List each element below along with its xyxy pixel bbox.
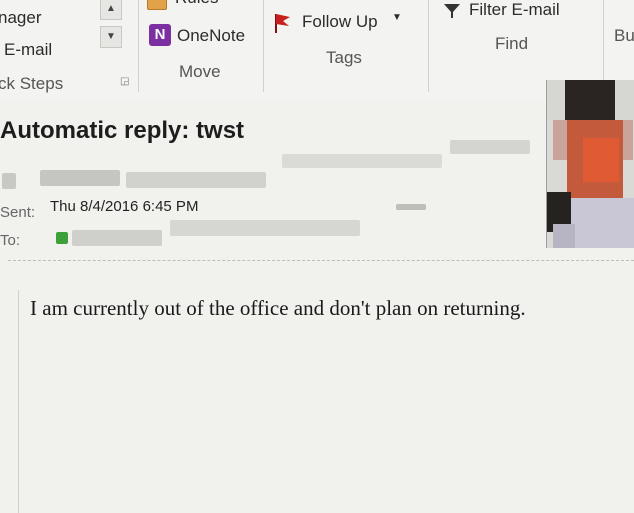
recipient-name-redacted xyxy=(72,230,162,246)
message-subject: Automatic reply: twst xyxy=(0,117,245,144)
filter-funnel-icon[interactable] xyxy=(443,2,461,20)
ribbon: nager E-mail ▲ ▼ ck Steps ◲ Rules N OneN… xyxy=(0,0,634,101)
header-divider xyxy=(8,260,634,261)
to-label: To: xyxy=(0,232,21,249)
message-body: I am currently out of the office and don… xyxy=(30,296,526,320)
onenote-button[interactable]: OneNote xyxy=(177,26,245,46)
recipient-name-redacted xyxy=(170,220,360,236)
quick-steps-group-label: ck Steps xyxy=(0,74,64,93)
chevron-down-icon[interactable]: ▼ xyxy=(392,12,402,23)
rules-icon[interactable] xyxy=(147,0,167,10)
partial-group-label: Bu xyxy=(614,26,634,45)
find-group-label: Find xyxy=(495,34,529,53)
dialog-launcher-icon[interactable]: ◲ xyxy=(120,76,129,87)
sender-name-redacted xyxy=(126,172,266,188)
tags-group-label: Tags xyxy=(326,48,362,67)
quick-steps-more-button[interactable]: ▼ xyxy=(100,26,122,48)
rules-label[interactable]: Rules xyxy=(175,0,218,8)
quick-steps-item-email[interactable]: E-mail xyxy=(4,40,52,60)
onenote-icon[interactable]: N xyxy=(149,24,171,46)
sender-name-redacted xyxy=(450,140,530,154)
move-group-label: Move xyxy=(179,62,221,81)
body-margin-line xyxy=(18,290,19,513)
sender-name-redacted xyxy=(40,170,120,186)
quick-steps-scroll-up-button[interactable]: ▲ xyxy=(100,0,122,20)
filter-email-button[interactable]: Filter E-mail xyxy=(469,0,560,20)
sender-avatar xyxy=(546,80,634,248)
move-group: Rules N OneNote Move xyxy=(139,0,263,100)
sender-name-redacted xyxy=(282,154,442,168)
sent-label: Sent: xyxy=(0,204,36,221)
tags-group: Follow Up ▼ Tags xyxy=(264,0,428,100)
follow-up-flag-icon[interactable] xyxy=(272,12,292,34)
quick-steps-group: nager E-mail ▲ ▼ ck Steps ◲ xyxy=(0,0,138,100)
sender-checkbox[interactable] xyxy=(2,173,16,189)
reading-pane: Automatic reply: twst Sent: Thu 8/4/2016… xyxy=(0,80,634,513)
recipient-name-redacted xyxy=(396,204,426,210)
quick-steps-item-manager[interactable]: nager xyxy=(0,8,41,28)
recipient-status-icon xyxy=(56,232,68,244)
follow-up-button[interactable]: Follow Up xyxy=(302,12,378,32)
sent-value: Thu 8/4/2016 6:45 PM xyxy=(50,198,199,215)
